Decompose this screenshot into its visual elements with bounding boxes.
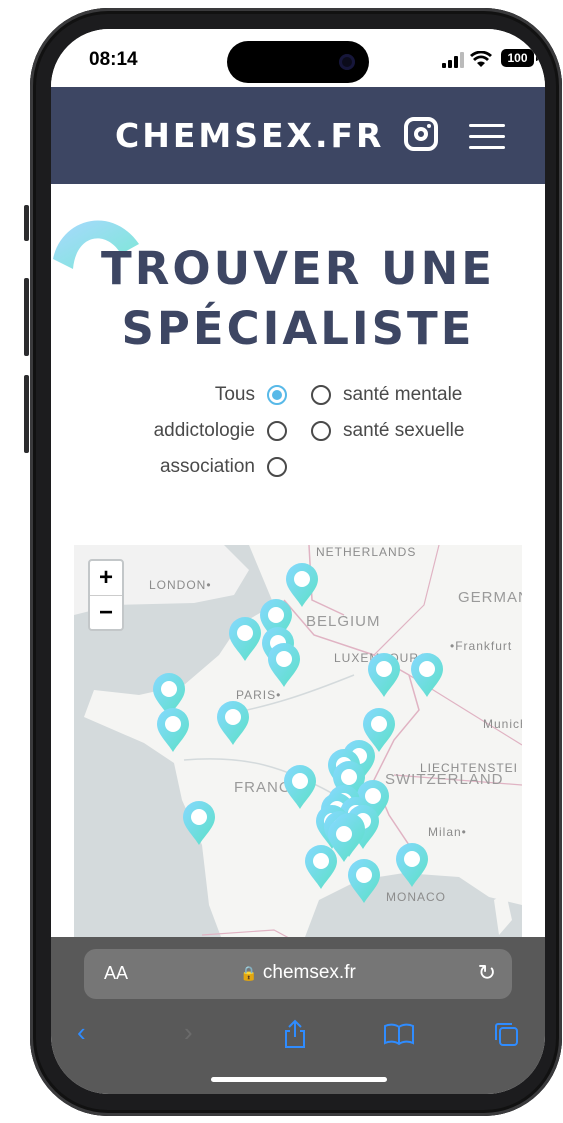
map-markers [153, 563, 443, 903]
map-marker-icon[interactable] [368, 653, 400, 697]
camera-icon [339, 54, 355, 70]
map-marker-icon[interactable] [284, 765, 316, 809]
radio-button[interactable] [267, 457, 287, 477]
map-marker-icon[interactable] [411, 653, 443, 697]
status-time: 08:14 [89, 49, 138, 70]
instagram-icon[interactable] [404, 117, 438, 151]
lock-icon: 🔒 [240, 965, 258, 981]
volume-down-button [24, 375, 29, 453]
specialist-map[interactable]: NETHERLANDS LONDON• GERMAN BELGIUM •Fran… [74, 545, 522, 945]
filter-addictologie[interactable]: addictologie [154, 420, 287, 442]
page-title: TROUVER UNE SPÉCIALISTE [51, 239, 545, 359]
mute-switch [24, 205, 29, 241]
browser-toolbar: AA 🔒 chemsex.fr ↻ ‹ › [51, 937, 545, 1094]
filter-sante-sexuelle[interactable]: santé sexuelle [311, 420, 464, 442]
map-marker-icon[interactable] [229, 617, 261, 661]
map-zoom-control: + − [88, 559, 124, 631]
filter-label: Tous [214, 384, 255, 405]
radio-button[interactable] [267, 421, 287, 441]
filter-label: association [159, 456, 255, 477]
status-bar: 08:14 100 [51, 29, 545, 87]
radio-button[interactable] [267, 385, 287, 405]
filter-tous[interactable]: Tous [215, 384, 287, 406]
map-marker-icon[interactable] [348, 859, 380, 903]
screen: 08:14 100 CHEMSEX.FR TROUVER UNE SPÉCIAL… [51, 29, 545, 1094]
filter-label: addictologie [153, 420, 255, 441]
filter-label: santé sexuelle [343, 420, 465, 441]
filter-association[interactable]: association [160, 456, 287, 478]
share-icon[interactable] [283, 1019, 307, 1049]
map-marker-icon[interactable] [286, 563, 318, 607]
tabs-icon[interactable] [493, 1021, 519, 1047]
radio-button[interactable] [311, 421, 331, 441]
map-marker-icon[interactable] [183, 801, 215, 845]
signal-icon [442, 52, 464, 68]
reload-icon[interactable]: ↻ [478, 960, 496, 986]
filter-label: santé mentale [343, 384, 463, 405]
site-logo[interactable]: CHEMSEX.FR [115, 116, 384, 155]
map-marker-icon[interactable] [157, 708, 189, 752]
zoom-out-button[interactable]: − [90, 596, 122, 630]
map-marker-icon[interactable] [217, 701, 249, 745]
dynamic-island [227, 41, 369, 83]
url-display[interactable]: 🔒 chemsex.fr [84, 962, 512, 984]
wifi-icon [470, 51, 492, 67]
map-marker-icon[interactable] [305, 845, 337, 889]
radio-button[interactable] [311, 385, 331, 405]
page-title-line-2: SPÉCIALISTE [121, 302, 475, 355]
battery-icon: 100 [501, 49, 538, 67]
filter-sante-mentale[interactable]: santé mentale [311, 384, 462, 406]
map-marker-icon[interactable] [268, 643, 300, 687]
back-icon[interactable]: ‹ [77, 1017, 86, 1048]
page-title-line-1: TROUVER UNE [101, 242, 495, 295]
volume-up-button [24, 278, 29, 356]
bookmarks-icon[interactable] [384, 1023, 414, 1045]
site-header: CHEMSEX.FR [51, 87, 545, 184]
map-marker-icon[interactable] [396, 843, 428, 887]
hamburger-menu-icon[interactable] [469, 124, 505, 150]
home-indicator [211, 1077, 387, 1082]
zoom-in-button[interactable]: + [90, 561, 122, 596]
address-bar[interactable]: AA 🔒 chemsex.fr ↻ [84, 949, 512, 999]
url-text: chemsex.fr [262, 962, 356, 983]
forward-icon[interactable]: › [184, 1017, 193, 1048]
